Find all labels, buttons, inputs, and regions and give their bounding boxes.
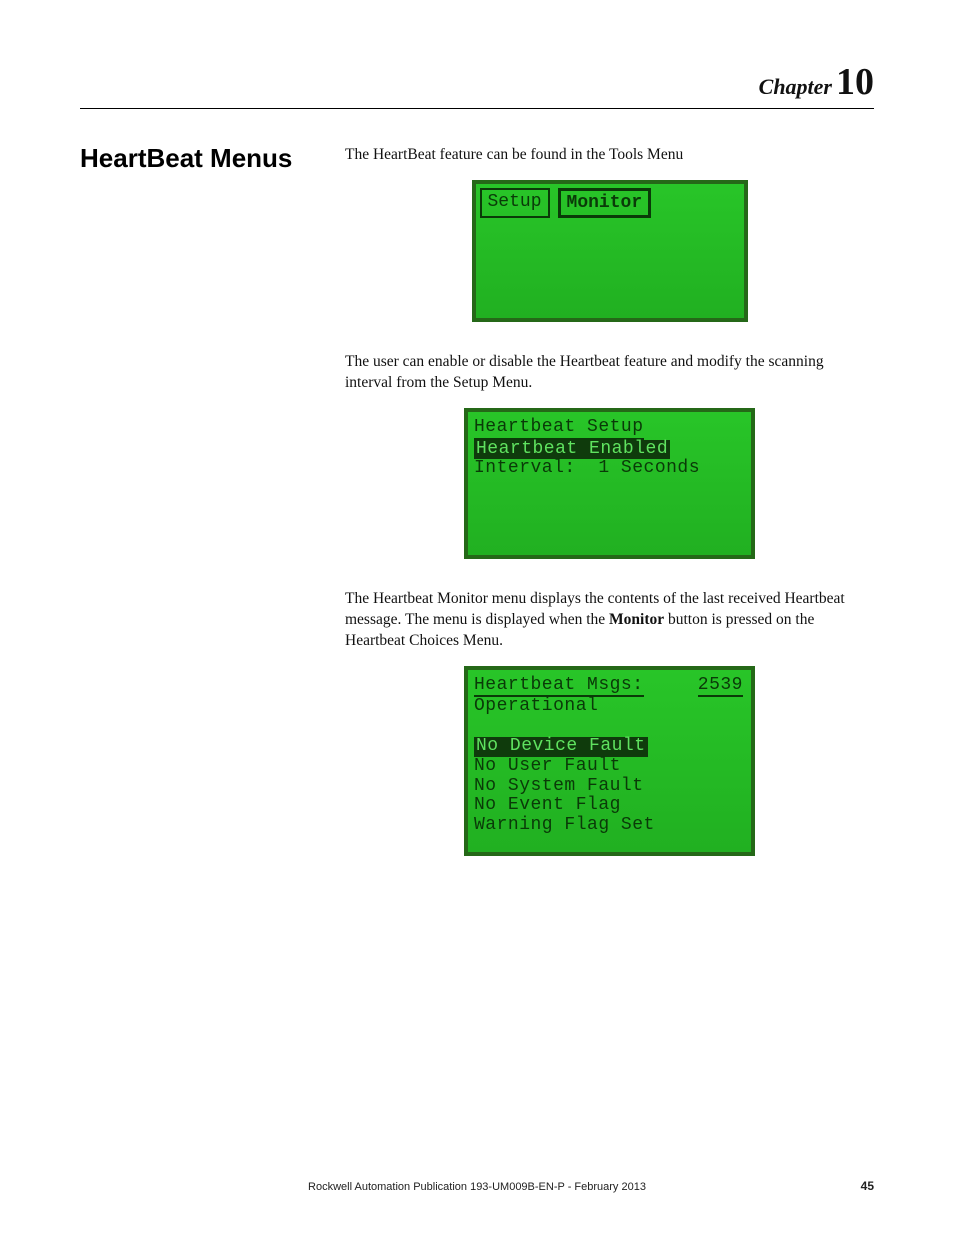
lcd-monitor-header-label: Heartbeat Msgs: (474, 676, 644, 698)
lcd-monitor-line-4: No Event Flag (474, 796, 743, 816)
lcd-setup-interval-value: 1 Seconds (576, 458, 700, 478)
lcd-heartbeat-setup: Heartbeat Setup Heartbeat Enabled Interv… (464, 408, 755, 559)
lcd-setup-title: Heartbeat Setup (474, 418, 644, 440)
footer-page-number: 45 (861, 1179, 874, 1193)
body-column: The HeartBeat feature can be found in th… (345, 145, 874, 886)
lcd-tools-menu: Setup Monitor (472, 180, 748, 322)
lcd-setup-enabled-row[interactable]: Heartbeat Enabled (474, 440, 670, 460)
lcd-monitor-line-3: No System Fault (474, 777, 743, 797)
lcd-setup-interval-label: Interval: (474, 458, 576, 478)
lcd-monitor-line-2: No User Fault (474, 757, 743, 777)
tab-monitor[interactable]: Monitor (558, 188, 652, 218)
paragraph-setup: The user can enable or disable the Heart… (345, 352, 874, 394)
lcd-setup-interval-row[interactable]: Interval: 1 Seconds (474, 459, 743, 479)
lcd-heartbeat-monitor: Heartbeat Msgs: 2539 Operational No Devic… (464, 666, 755, 856)
lcd-monitor-header-count: 2539 (698, 676, 743, 698)
section-title: HeartBeat Menus (80, 145, 345, 172)
tab-setup[interactable]: Setup (480, 188, 550, 218)
footer-pubinfo: Rockwell Automation Publication 193-UM00… (80, 1181, 874, 1193)
chapter-number: 10 (836, 61, 874, 103)
para3-bold: Monitor (609, 611, 664, 628)
chapter-header: Chapter10 (80, 60, 874, 104)
lcd-monitor-line-1[interactable]: No Device Fault (474, 737, 648, 757)
header-rule (80, 108, 874, 109)
paragraph-monitor: The Heartbeat Monitor menu displays the … (345, 589, 874, 652)
paragraph-intro: The HeartBeat feature can be found in th… (345, 145, 874, 166)
lcd-monitor-line-5: Warning Flag Set (474, 816, 743, 836)
chapter-word: Chapter (759, 74, 832, 99)
page-footer: Rockwell Automation Publication 193-UM00… (80, 1181, 874, 1193)
lcd-monitor-status: Operational (474, 697, 743, 717)
